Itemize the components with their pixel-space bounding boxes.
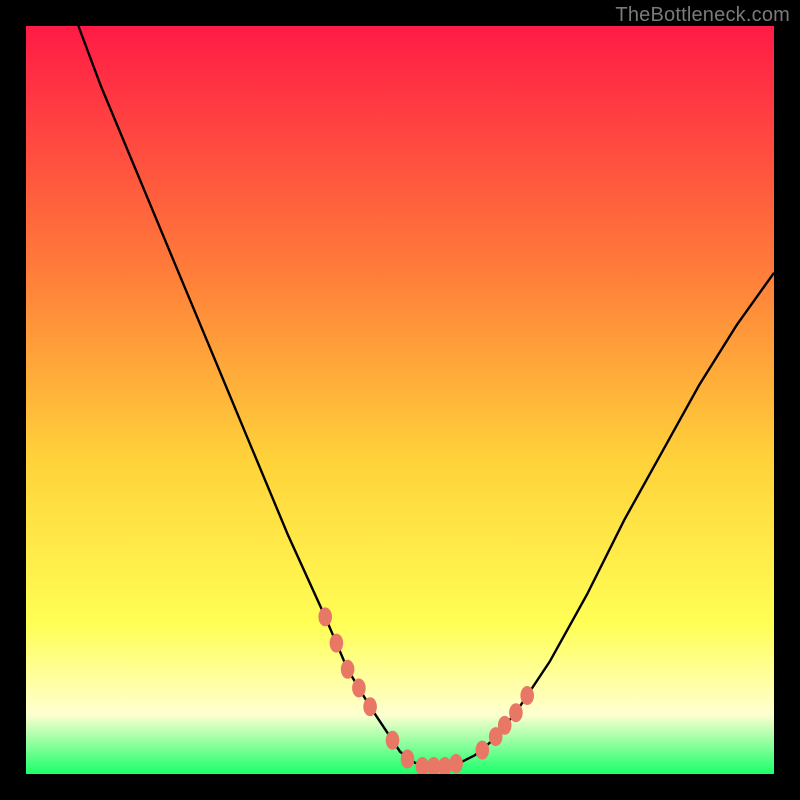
gradient-background: [26, 26, 774, 774]
highlight-dot: [476, 741, 490, 760]
highlight-dot: [509, 703, 523, 722]
highlight-dot: [330, 634, 344, 653]
highlight-dot: [386, 731, 400, 750]
bottleneck-chart: [26, 26, 774, 774]
highlight-dot: [520, 686, 534, 705]
attribution-text: TheBottleneck.com: [615, 4, 790, 27]
highlight-dot: [498, 716, 512, 735]
highlight-dot: [352, 679, 366, 698]
highlight-dot: [341, 660, 355, 679]
highlight-dot: [401, 750, 415, 769]
highlight-dot: [449, 754, 463, 773]
highlight-dot: [363, 697, 377, 716]
highlight-dot: [318, 607, 332, 626]
chart-frame: [26, 26, 774, 774]
